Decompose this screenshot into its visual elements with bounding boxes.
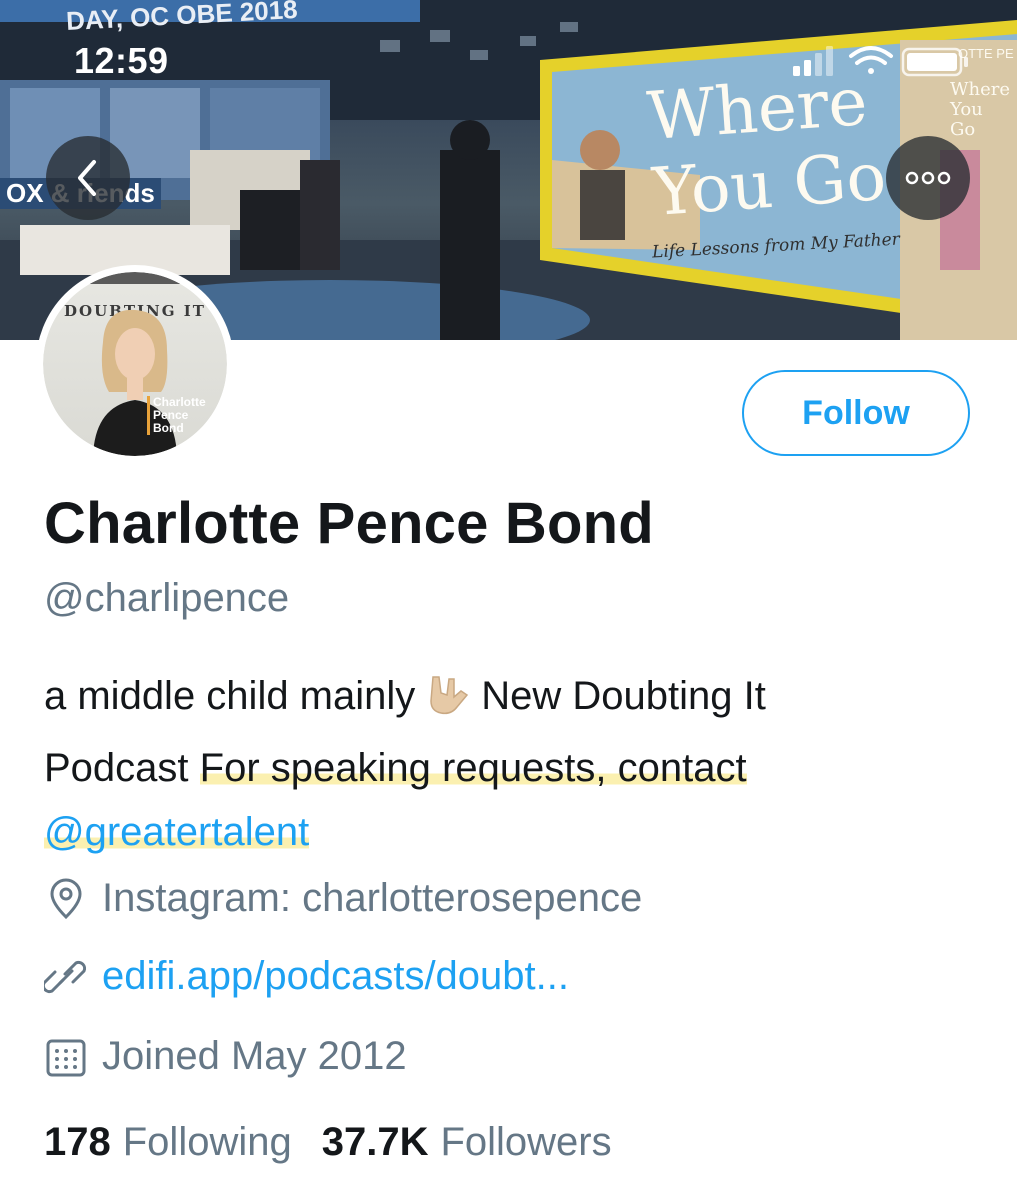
following-label: Following [122,1120,292,1164]
banner-book-title: Where You Go [644,62,889,231]
status-icons [793,46,968,77]
followers-stat[interactable]: 37.7K Followers [322,1120,612,1165]
bio-text-3: Podcast [44,746,189,790]
following-stat[interactable]: 178 Following [44,1120,292,1165]
battery-icon [901,47,968,77]
status-time: 12:59 [74,40,169,81]
avatar[interactable]: DOUBTING IT Charlotte Pence Bond [36,265,234,463]
more-options-button[interactable] [886,136,970,220]
wifi-icon [849,46,893,74]
following-count: 178 [44,1120,111,1164]
back-button[interactable] [46,136,130,220]
profile-joined-date: Joined May 2012 [44,1034,407,1079]
location-pin-icon [50,878,82,919]
followers-count: 37.7K [321,1120,429,1164]
chevron-left-icon [78,160,96,196]
joined-text: Joined May 2012 [102,1034,407,1078]
website-link[interactable]: edifi.app/podcasts/doubt... [102,954,569,999]
profile-stats: 178 Following 37.7K Followers [44,1120,612,1165]
love-you-gesture-emoji [423,672,473,736]
avatar-name-label: Charlotte Pence Bond [147,396,206,435]
bio-text-2: New Doubting It [481,674,766,718]
location-text: Instagram: charlotterosepence [102,876,643,920]
bio-text-1: a middle child mainly [44,674,416,718]
profile-bio: a middle child mainly New Doubting It Pod… [44,664,984,864]
profile-website[interactable]: edifi.app/podcasts/doubt... [44,954,569,999]
link-icon [44,960,87,993]
display-name: Charlotte Pence Bond [44,491,654,556]
profile-location: Instagram: charlotterosepence [44,876,642,921]
calendar-icon [46,1039,86,1076]
follow-button[interactable]: Follow [742,370,970,456]
profile-handle: @charlipence [44,576,290,620]
signal-icon [793,46,833,76]
bio-mention-link[interactable]: @greatertalent [44,810,310,854]
followers-label: Followers [440,1120,612,1164]
bio-highlighted-text: For speaking requests, contact [199,746,747,790]
more-horizontal-icon [905,171,951,185]
banner-mini-title: Where You Go [950,79,1011,140]
avatar-image: DOUBTING IT Charlotte Pence Bond [43,272,227,456]
